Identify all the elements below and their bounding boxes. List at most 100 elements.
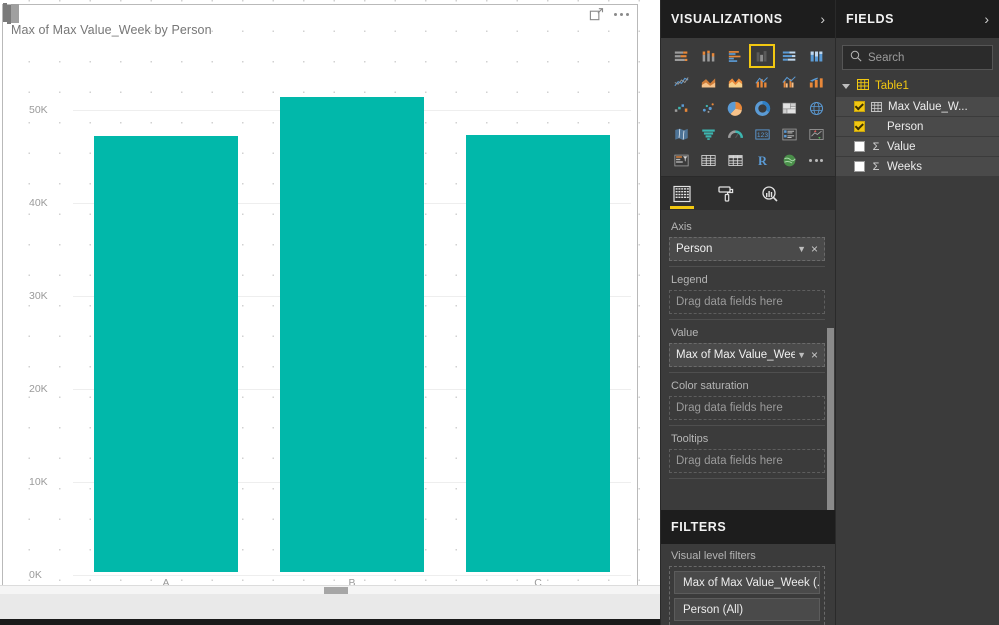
well-separator bbox=[669, 372, 825, 373]
filter-card[interactable]: Max of Max Value_Week (... bbox=[674, 571, 820, 594]
well-label-color-saturation: Color saturation bbox=[671, 380, 749, 392]
filters-list[interactable]: Max of Max Value_Week (... Person (All) bbox=[669, 566, 825, 625]
field-checkbox[interactable] bbox=[854, 101, 865, 112]
scrollbar-thumb[interactable] bbox=[324, 587, 348, 594]
ribbon-chart-icon[interactable] bbox=[803, 70, 829, 94]
line-chart-icon[interactable] bbox=[668, 70, 694, 94]
arcgis-maps-icon[interactable] bbox=[776, 148, 802, 172]
visualizations-scrollbar[interactable] bbox=[827, 328, 834, 510]
table-icon bbox=[857, 79, 869, 93]
visualization-pane-tabs[interactable] bbox=[661, 176, 835, 210]
visual-level-filters-label: Visual level filters bbox=[671, 550, 756, 562]
focus-mode-icon[interactable] bbox=[589, 7, 604, 22]
stacked-bar-chart-icon[interactable] bbox=[668, 44, 694, 68]
line-and-clustered-column-chart-icon[interactable] bbox=[776, 70, 802, 94]
field-wells: Axis Person ▼ × Legend Drag data fields here V… bbox=[661, 210, 835, 510]
fields-list[interactable]: Max Value_W... Person Σ Value Σ Weeks bbox=[836, 97, 999, 177]
more-options-icon[interactable] bbox=[614, 13, 629, 16]
remove-field-icon[interactable]: × bbox=[811, 348, 818, 362]
format-tab[interactable] bbox=[711, 179, 741, 209]
chevron-right-icon[interactable]: › bbox=[984, 12, 989, 26]
sigma-icon: Σ bbox=[872, 160, 880, 173]
matrix-icon[interactable] bbox=[722, 148, 748, 172]
line-and-stacked-column-chart-icon[interactable] bbox=[749, 70, 775, 94]
filters-header: FILTERS bbox=[661, 510, 835, 544]
fields-empty-area bbox=[836, 177, 999, 625]
field-item-value[interactable]: Σ Value bbox=[836, 137, 999, 157]
treemap-icon[interactable] bbox=[776, 96, 802, 120]
slicer-icon[interactable] bbox=[668, 148, 694, 172]
well-value[interactable]: Max of Max Value_Week ▼ × bbox=[669, 343, 825, 367]
visual-header-icons[interactable] bbox=[589, 7, 629, 22]
field-checkbox[interactable] bbox=[854, 121, 865, 132]
field-checkbox[interactable] bbox=[854, 141, 865, 152]
column-chart-visual[interactable]: Max of Max Value_Week by Person 0K 10K 20K… bbox=[2, 3, 638, 589]
gauge-chart-icon[interactable] bbox=[722, 122, 748, 146]
fields-table-Table1[interactable]: Table1 bbox=[836, 75, 999, 97]
fields-search-box[interactable] bbox=[842, 45, 993, 70]
clustered-column-chart-icon[interactable] bbox=[749, 44, 775, 68]
sigma-icon: Σ bbox=[872, 140, 880, 153]
report-canvas[interactable]: Max of Max Value_Week by Person 0K 10K 20K… bbox=[0, 0, 660, 625]
remove-field-icon[interactable]: × bbox=[811, 242, 818, 256]
field-item-person[interactable]: Person bbox=[836, 117, 999, 137]
field-label: Value bbox=[887, 140, 916, 153]
chevron-right-icon[interactable]: › bbox=[820, 12, 825, 26]
fields-tab[interactable] bbox=[667, 179, 697, 209]
analytics-tab[interactable] bbox=[755, 179, 785, 209]
bar-slot bbox=[73, 91, 259, 572]
donut-chart-icon[interactable] bbox=[749, 96, 775, 120]
100-percent-stacked-column-chart-icon[interactable] bbox=[803, 44, 829, 68]
filters-title: FILTERS bbox=[671, 520, 727, 534]
multi-row-card-icon[interactable] bbox=[776, 122, 802, 146]
chart-bars[interactable] bbox=[73, 91, 631, 572]
chart-bar-A[interactable] bbox=[94, 136, 238, 572]
field-item-weeks[interactable]: Σ Weeks bbox=[836, 157, 999, 177]
measure-icon bbox=[871, 101, 882, 112]
card-icon[interactable]: 123 bbox=[749, 122, 775, 146]
filter-card[interactable]: Person (All) bbox=[674, 598, 820, 621]
r-script-visual-icon[interactable]: R bbox=[749, 148, 775, 172]
chart-bar-B[interactable] bbox=[280, 97, 424, 572]
filters-body: Visual level filters Max of Max Value_We… bbox=[661, 544, 835, 625]
100-percent-stacked-bar-chart-icon[interactable] bbox=[776, 44, 802, 68]
well-separator bbox=[669, 319, 825, 320]
area-chart-icon[interactable] bbox=[695, 70, 721, 94]
kpi-icon[interactable] bbox=[803, 122, 829, 146]
field-label: Max Value_W... bbox=[888, 100, 968, 113]
visualization-type-gallery[interactable]: 123 R bbox=[661, 38, 835, 176]
scrollbar-thumb[interactable] bbox=[827, 328, 834, 510]
clustered-bar-chart-icon[interactable] bbox=[722, 44, 748, 68]
chevron-down-icon[interactable]: ▼ bbox=[797, 350, 806, 360]
chart-plot-area: 0K 10K 20K 30K 40K 50K ABC bbox=[29, 91, 631, 589]
filled-map-icon[interactable] bbox=[668, 122, 694, 146]
well-axis[interactable]: Person ▼ × bbox=[669, 237, 825, 261]
well-label-tooltips: Tooltips bbox=[671, 433, 709, 445]
funnel-chart-icon[interactable] bbox=[695, 122, 721, 146]
pie-chart-icon[interactable] bbox=[722, 96, 748, 120]
well-legend[interactable]: Drag data fields here bbox=[669, 290, 825, 314]
table-icon[interactable] bbox=[695, 148, 721, 172]
chart-title: Max of Max Value_Week by Person bbox=[11, 23, 212, 37]
search-input[interactable] bbox=[868, 51, 985, 64]
svg-text:123: 123 bbox=[756, 132, 767, 139]
y-axis-tick-label: 30K bbox=[29, 289, 48, 302]
stacked-area-chart-icon[interactable] bbox=[722, 70, 748, 94]
stacked-column-chart-icon[interactable] bbox=[695, 44, 721, 68]
more-visuals-icon[interactable] bbox=[803, 148, 829, 172]
y-axis-tick-label: 20K bbox=[29, 382, 48, 395]
y-axis-tick-label: 40K bbox=[29, 196, 48, 209]
chart-bar-C[interactable] bbox=[466, 134, 610, 572]
well-tooltips[interactable]: Drag data fields here bbox=[669, 449, 825, 473]
chevron-down-icon[interactable]: ▼ bbox=[797, 244, 806, 254]
canvas-horizontal-scrollbar[interactable] bbox=[0, 585, 660, 594]
fields-pane: FIELDS › Table1 bbox=[835, 0, 999, 625]
well-color-saturation[interactable]: Drag data fields here bbox=[669, 396, 825, 420]
expand-triangle-icon[interactable] bbox=[842, 83, 850, 89]
waterfall-chart-icon[interactable] bbox=[668, 96, 694, 120]
field-item-maxvalue_w[interactable]: Max Value_W... bbox=[836, 97, 999, 117]
map-icon[interactable] bbox=[803, 96, 829, 120]
scatter-chart-icon[interactable] bbox=[695, 96, 721, 120]
field-checkbox[interactable] bbox=[854, 161, 865, 172]
well-separator bbox=[669, 478, 825, 479]
